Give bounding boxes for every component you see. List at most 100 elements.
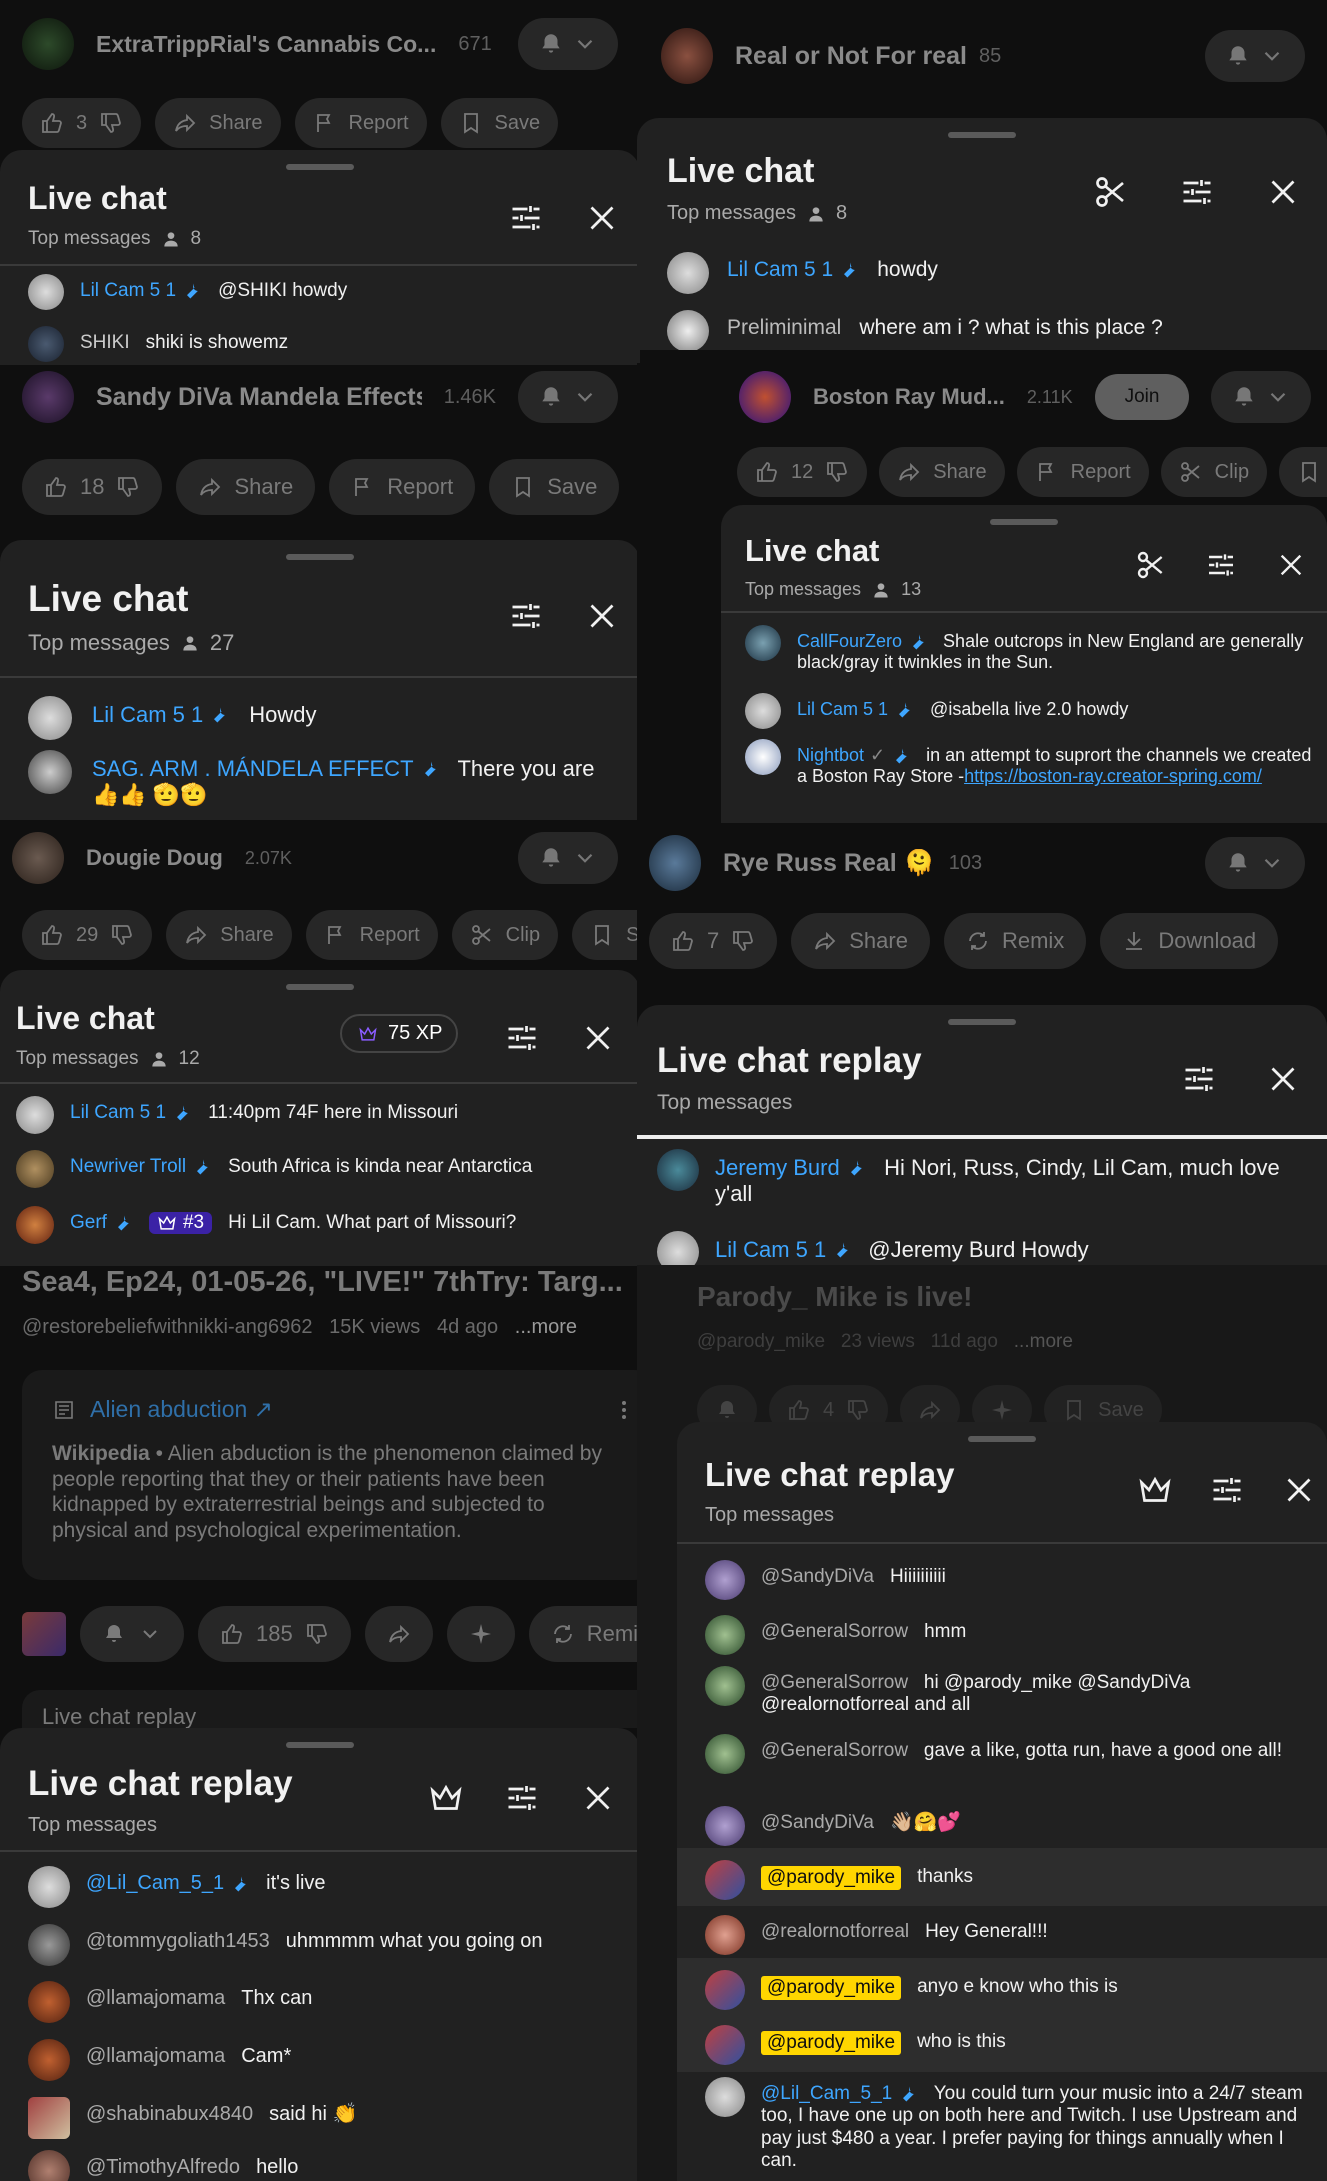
author-name[interactable]: @GeneralSorrow xyxy=(761,1740,908,1761)
report-button[interactable]: Report xyxy=(305,910,438,960)
drag-handle[interactable] xyxy=(990,519,1058,525)
notify-button[interactable] xyxy=(1205,837,1305,889)
chat-message[interactable]: @GeneralSorrow hi @parody_mike @SandyDiV… xyxy=(705,1666,1305,1717)
chat-message[interactable]: @Lil_Cam_5_1 it's live xyxy=(28,1866,618,1908)
author-name[interactable]: @GeneralSorrow xyxy=(761,1621,908,1643)
close-icon[interactable] xyxy=(1265,1061,1301,1097)
author-name[interactable]: @TimothyAlfredo xyxy=(86,2156,240,2180)
author-name[interactable]: Preliminimal xyxy=(727,316,841,341)
share-button[interactable]: Share xyxy=(166,910,292,960)
chat-message[interactable]: Jeremy Burd Hi Nori, Russ, Cindy, Lil Ca… xyxy=(657,1149,1305,1207)
author-name[interactable]: @GeneralSorrow xyxy=(761,1672,908,1693)
close-icon[interactable] xyxy=(584,598,620,634)
like-button[interactable]: 3 xyxy=(22,98,142,148)
channel-avatar[interactable] xyxy=(661,28,713,84)
download-button[interactable]: Download xyxy=(1100,913,1279,969)
drag-handle[interactable] xyxy=(948,1019,1016,1025)
dislike-icon[interactable] xyxy=(116,475,140,499)
channel-name[interactable]: Boston Ray Mud... xyxy=(813,384,1005,410)
chat-message[interactable]: @GeneralSorrow gave a like, gotta run, h… xyxy=(705,1734,1305,1774)
dislike-icon[interactable] xyxy=(305,1622,329,1646)
chat-subtitle[interactable]: Top messages xyxy=(657,1091,792,1115)
author-name[interactable]: Lil Cam 5 1 xyxy=(92,702,229,728)
chat-message[interactable]: CallFourZero Shale outcrops in New Engla… xyxy=(745,625,1313,673)
more-link[interactable]: ...more xyxy=(1014,1331,1073,1352)
author-name[interactable]: @realornotforreal xyxy=(761,1921,909,1943)
drag-handle[interactable] xyxy=(286,164,354,170)
chat-message[interactable]: Lil Cam 5 1 @Jeremy Burd Howdy xyxy=(657,1231,1305,1265)
chat-subtitle[interactable]: Top messages 27 xyxy=(28,630,234,656)
author-name[interactable]: @Lil_Cam_5_1 xyxy=(86,1872,250,1896)
author-name[interactable]: @tommygoliath1453 xyxy=(86,1930,270,1954)
author-name[interactable]: Jeremy Burd xyxy=(715,1155,866,1181)
close-icon[interactable] xyxy=(584,200,620,236)
filter-icon[interactable] xyxy=(1205,549,1237,581)
chat-message[interactable]: Lil Cam 5 1 @SHIKI howdy xyxy=(28,274,618,310)
chat-message[interactable]: Nightbot ✓ in an attempt to suprort the … xyxy=(745,739,1313,787)
dislike-icon[interactable] xyxy=(110,923,134,947)
filter-icon[interactable] xyxy=(504,1780,540,1816)
share-button[interactable]: Share xyxy=(879,447,1005,497)
share-button[interactable] xyxy=(364,1606,433,1662)
report-button[interactable]: Report xyxy=(294,98,427,148)
notify-button[interactable] xyxy=(1205,30,1305,82)
clip-button[interactable]: Clip xyxy=(451,910,559,960)
author-name[interactable]: @Lil_Cam_5_1 xyxy=(761,2083,918,2105)
close-icon[interactable] xyxy=(1281,1472,1317,1508)
replay-peek[interactable]: Live chat replay xyxy=(22,1690,640,1728)
chat-subtitle[interactable]: Top messages 13 xyxy=(745,579,921,600)
chat-subtitle[interactable]: Top messages 12 xyxy=(16,1048,200,1070)
save-button[interactable]: Save xyxy=(440,98,559,148)
channel-avatar[interactable] xyxy=(739,371,791,423)
crown-icon[interactable] xyxy=(1137,1472,1173,1508)
author-name[interactable]: Lil Cam 5 1 xyxy=(715,1237,852,1263)
chat-message[interactable]: @Lil_Cam_5_1 You could turn your music i… xyxy=(705,2077,1305,2173)
remix-button[interactable]: Remix xyxy=(943,913,1087,969)
owner-author-name[interactable]: @parody_mike xyxy=(761,2031,902,2056)
join-button[interactable]: Join xyxy=(1094,374,1190,420)
more-vert-icon[interactable] xyxy=(612,1398,636,1422)
filter-icon[interactable] xyxy=(1209,1472,1245,1508)
channel-avatar[interactable] xyxy=(22,371,74,423)
like-button[interactable]: 18 xyxy=(22,459,163,515)
like-button[interactable]: 185 xyxy=(198,1606,351,1662)
chat-message[interactable]: Lil Cam 5 1 11:40pm 74F here in Missouri xyxy=(16,1096,618,1134)
chat-subtitle[interactable]: Top messages 8 xyxy=(28,228,201,250)
channel-avatar[interactable] xyxy=(649,835,701,891)
drag-handle[interactable] xyxy=(286,984,354,990)
drag-handle[interactable] xyxy=(948,132,1016,138)
dislike-icon[interactable] xyxy=(825,460,849,484)
chat-message[interactable]: SHIKI shiki is showemz xyxy=(28,326,618,362)
share-button[interactable]: Share xyxy=(791,913,930,969)
author-name[interactable]: Gerf xyxy=(70,1212,133,1234)
author-name[interactable]: CallFourZero xyxy=(797,631,928,652)
share-button[interactable]: Share xyxy=(176,459,316,515)
notify-button[interactable] xyxy=(518,18,618,70)
close-icon[interactable] xyxy=(1275,549,1307,581)
chat-message[interactable]: Lil Cam 5 1 Howdy xyxy=(28,696,618,740)
chat-message[interactable]: Lil Cam 5 1 howdy xyxy=(667,252,1305,294)
close-icon[interactable] xyxy=(1265,174,1301,210)
dislike-icon[interactable] xyxy=(846,1398,870,1422)
drag-handle[interactable] xyxy=(286,1742,354,1748)
notify-button[interactable] xyxy=(518,832,618,884)
channel-name[interactable]: ExtraTrippRial's Cannabis Co... xyxy=(96,31,436,58)
filter-icon[interactable] xyxy=(504,1020,540,1056)
author-name[interactable]: Newriver Troll xyxy=(70,1156,212,1178)
report-button[interactable]: Report xyxy=(1016,447,1149,497)
channel-avatar[interactable] xyxy=(22,18,74,70)
ask-button[interactable] xyxy=(446,1606,515,1662)
chat-message[interactable]: SAG. ARM . MÁNDELA EFFECT There you are … xyxy=(28,750,618,808)
dislike-icon[interactable] xyxy=(99,111,123,135)
close-icon[interactable] xyxy=(580,1020,616,1056)
channel-name[interactable]: Rye Russ Real 🫠 xyxy=(723,849,935,878)
owner-author-name[interactable]: @parody_mike xyxy=(761,1866,902,1891)
filter-icon[interactable] xyxy=(508,200,544,236)
author-name[interactable]: @SandyDiVa xyxy=(761,1566,874,1588)
chat-message[interactable]: @llamajomama Thx can xyxy=(28,1981,618,2023)
chat-message[interactable]: Newriver Troll South Africa is kinda nea… xyxy=(16,1150,618,1188)
author-name[interactable]: @SandyDiVa xyxy=(761,1812,874,1834)
channel-avatar[interactable] xyxy=(12,832,64,884)
channel-name[interactable]: Sandy DiVa Mandela Effects xyxy=(96,383,422,412)
chat-message[interactable]: @GeneralSorrow hmm xyxy=(705,1615,1305,1655)
